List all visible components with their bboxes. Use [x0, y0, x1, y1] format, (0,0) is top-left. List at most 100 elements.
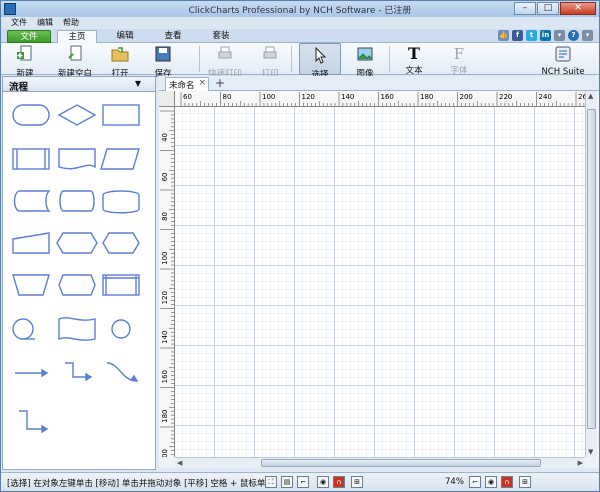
- stored-data-shape[interactable]: [13, 190, 51, 212]
- close-tab-icon[interactable]: ×: [198, 78, 206, 88]
- quick-print-button[interactable]: 快速打印: [205, 43, 245, 79]
- dropdown-arrow-icon[interactable]: ▾: [554, 30, 565, 41]
- horizontal-scrollbar[interactable]: ◀ ▶: [175, 457, 585, 468]
- open-button[interactable]: 打开: [105, 43, 135, 79]
- data-shape[interactable]: [100, 148, 140, 170]
- elbow-connector-shape[interactable]: [19, 410, 45, 430]
- add-tab-button[interactable]: +: [215, 76, 225, 90]
- terminator-shape[interactable]: [12, 104, 50, 126]
- quick-print-icon: [218, 46, 232, 59]
- arrowhead: [41, 424, 49, 434]
- decision-shape[interactable]: [57, 104, 97, 126]
- h-ruler-label: 240: [539, 93, 552, 101]
- twitter-icon[interactable]: t: [526, 30, 537, 41]
- shape-library-panel: 流程 ▼: [2, 76, 156, 470]
- drawing-canvas[interactable]: [175, 107, 585, 457]
- ribbon-tab-bar: 文件 主页 编辑 查看 套装 👍 f t in ▾ ? ▾: [1, 29, 599, 43]
- status-hint: [选择] 在对象左键单击 [移动] 单击并拖动对象 [平移] 空格 + 鼠标单: [7, 479, 266, 489]
- font-button[interactable]: F 字体: [441, 43, 477, 76]
- h-ruler-label: 260: [578, 93, 585, 101]
- shape-gallery: [12, 104, 140, 434]
- v-ruler-label: 80: [161, 212, 169, 221]
- maximize-button[interactable]: □: [537, 2, 559, 15]
- process-shape[interactable]: [102, 104, 140, 126]
- database-shape[interactable]: [102, 195, 140, 214]
- scroll-up-icon[interactable]: ▲: [588, 92, 593, 100]
- h-ruler-label: 80: [223, 93, 232, 101]
- vertical-scrollbar[interactable]: ▲ ▼: [585, 91, 597, 457]
- select-tool-button[interactable]: 选择: [299, 43, 341, 80]
- v-ruler-label: 200: [161, 449, 169, 457]
- horizontal-ruler: 60 80 100 120 140 160 180 200 220 240 260: [175, 91, 585, 107]
- document-shape[interactable]: [58, 148, 96, 170]
- grid-toggle-icon[interactable]: ⊞: [351, 476, 363, 488]
- h-ruler-label: 180: [420, 93, 433, 101]
- toolbar-separator: [389, 46, 390, 72]
- magnet-icon[interactable]: ∩: [501, 476, 513, 488]
- document-tab[interactable]: 未命名 ×: [165, 77, 209, 91]
- v-ruler-label: 40: [161, 133, 169, 142]
- h-ruler-label: 100: [262, 93, 275, 101]
- image-button[interactable]: 图像: [347, 43, 383, 79]
- fit-page-icon[interactable]: ⛶: [265, 476, 277, 488]
- h-ruler-label: 60: [183, 93, 192, 101]
- help-dropdown-icon[interactable]: ▾: [582, 30, 593, 41]
- menu-edit[interactable]: 编辑: [37, 17, 53, 29]
- page-icon[interactable]: ▤: [281, 476, 293, 488]
- preview-eye-icon[interactable]: ◉: [317, 476, 329, 488]
- new-blank-button[interactable]: 新建空白: [51, 43, 99, 79]
- scroll-down-icon[interactable]: ▼: [588, 448, 593, 456]
- horizontal-scroll-thumb[interactable]: [261, 459, 541, 467]
- circle-shape[interactable]: [111, 319, 131, 339]
- nch-suite-button[interactable]: NCH Suite: [537, 43, 589, 77]
- manual-input-shape[interactable]: [12, 232, 50, 254]
- scroll-left-icon[interactable]: ◀: [177, 459, 182, 467]
- zoom-tool-icon[interactable]: ⌐: [469, 476, 481, 488]
- off-page-shape[interactable]: [58, 274, 96, 296]
- display-shape[interactable]: [56, 232, 98, 254]
- connector-shape[interactable]: [12, 318, 34, 340]
- tab-view[interactable]: 查看: [153, 30, 193, 43]
- scroll-right-icon[interactable]: ▶: [578, 459, 583, 467]
- snap-magnet-icon[interactable]: ∩: [333, 476, 345, 488]
- close-button[interactable]: ✕: [560, 2, 596, 15]
- chevron-down-icon[interactable]: ▼: [135, 79, 141, 88]
- toolbar-separator: [199, 46, 200, 72]
- curved-arrow-shape[interactable]: [106, 362, 136, 382]
- text-button[interactable]: T 文本: [399, 43, 429, 77]
- print-button[interactable]: 打印: [255, 43, 285, 79]
- menu-help[interactable]: 帮助: [63, 17, 79, 29]
- minimize-button[interactable]: –: [514, 2, 536, 15]
- tab-file[interactable]: 文件: [7, 30, 51, 43]
- preparation-shape[interactable]: [102, 232, 140, 254]
- linkedin-icon[interactable]: in: [540, 30, 551, 41]
- eye-icon[interactable]: ◉: [485, 476, 497, 488]
- new-button[interactable]: 新建: [5, 43, 45, 79]
- shape-category-header[interactable]: 流程 ▼: [3, 77, 155, 93]
- layout-icon[interactable]: ⊞: [519, 476, 531, 488]
- menu-bar: 文件 编辑 帮助: [1, 17, 599, 29]
- menu-file[interactable]: 文件: [11, 17, 27, 29]
- save-button[interactable]: 保存: [143, 43, 183, 79]
- ruler-corner: [159, 91, 175, 107]
- v-ruler-label: 180: [161, 410, 169, 423]
- arrowhead: [129, 374, 139, 382]
- tab-edit[interactable]: 编辑: [105, 30, 145, 43]
- app-window: ClickCharts Professional by NCH Software…: [0, 0, 600, 492]
- tab-suite[interactable]: 套装: [201, 30, 241, 43]
- tab-home[interactable]: 主页: [57, 30, 97, 43]
- predefined-process-shape[interactable]: [12, 148, 50, 170]
- v-ruler-label: 120: [161, 291, 169, 304]
- h-ruler-label: 120: [302, 93, 315, 101]
- ribbon-toolbar: 新建 新建空白 打开 保存 快速打印 打印 选择 图像 T 文本 F 字体 NC…: [1, 43, 599, 80]
- canvas-area: 未命名 × + 6080100120140160180200220240260 …: [159, 76, 599, 468]
- tape-shape[interactable]: [58, 317, 96, 341]
- vertical-scroll-thumb[interactable]: [587, 109, 596, 429]
- help-icon[interactable]: ?: [568, 30, 579, 41]
- direct-data-shape[interactable]: [59, 190, 95, 212]
- connector-mode-icon[interactable]: ⌐: [297, 476, 309, 488]
- like-icon[interactable]: 👍: [498, 30, 509, 41]
- facebook-icon[interactable]: f: [512, 30, 523, 41]
- manual-operation-shape[interactable]: [12, 274, 50, 296]
- h-ruler-label: 160: [381, 93, 394, 101]
